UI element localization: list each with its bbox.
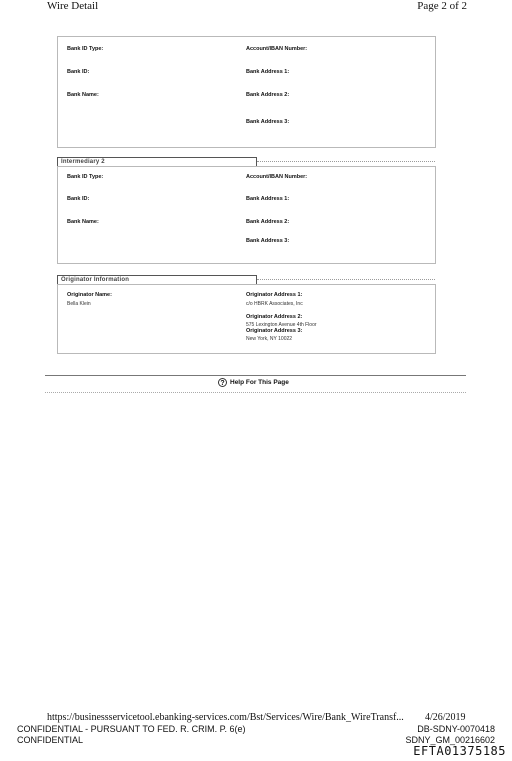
bank-address-2-label: Bank Address 2: [246,92,290,98]
bank-address-3-label: Bank Address 3: [246,119,290,125]
footer-url: https://businessservicetool.ebanking-ser… [47,712,404,723]
account-iban-label: Account/IBAN Number: [246,46,308,52]
bank-address-1-label: Bank Address 1: [246,196,290,202]
confidential-notice: CONFIDENTIAL - PURSUANT TO FED. R. CRIM.… [17,724,246,734]
help-link-label: Help For This Page [230,379,289,386]
bank-address-2-label: Bank Address 2: [246,219,290,225]
efta-number: EFTA01375185 [413,744,506,758]
bank-name-label: Bank Name: [67,92,99,98]
originator-address-2-label: Originator Address 2: [246,314,303,320]
originator-address-3-label: Originator Address 3: [246,328,303,334]
page-number: Page 2 of 2 [417,0,467,12]
help-link[interactable]: ? Help For This Page [218,378,289,387]
help-bar-top-divider [45,375,466,376]
bates-number-1: DB-SDNY-0070418 [417,724,495,734]
page-title: Wire Detail [47,0,99,12]
legend-divider [257,161,435,162]
confidential-label: CONFIDENTIAL [17,735,84,745]
bank-address-1-label: Bank Address 1: [246,69,290,75]
bank-id-type-label: Bank ID Type: [67,174,104,180]
bank-id-label: Bank ID: [67,69,90,75]
account-iban-label: Account/IBAN Number: [246,174,308,180]
originator-address-3-value: New York, NY 10022 [246,336,293,342]
bank-address-3-label: Bank Address 3: [246,238,290,244]
originator-name-value: Bella Klein [67,301,91,307]
originator-address-1-value: c/o HBRK Associates, Inc [246,301,303,307]
beneficiary-bank-section: Bank ID Type: Bank ID: Bank Name: Accoun… [57,36,436,148]
help-bar-bottom-divider [45,392,466,393]
bank-id-type-label: Bank ID Type: [67,46,104,52]
help-circle-icon: ? [218,378,227,387]
originator-address-1-label: Originator Address 1: [246,292,303,298]
footer-date: 4/26/2019 [425,712,466,723]
intermediary-2-section: Bank ID Type: Bank ID: Bank Name: Accoun… [57,166,436,264]
originator-section: Originator Name: Bella Klein Originator … [57,284,436,354]
legend-divider [257,279,435,280]
bank-name-label: Bank Name: [67,219,99,225]
bank-id-label: Bank ID: [67,196,90,202]
originator-name-label: Originator Name: [67,292,112,298]
